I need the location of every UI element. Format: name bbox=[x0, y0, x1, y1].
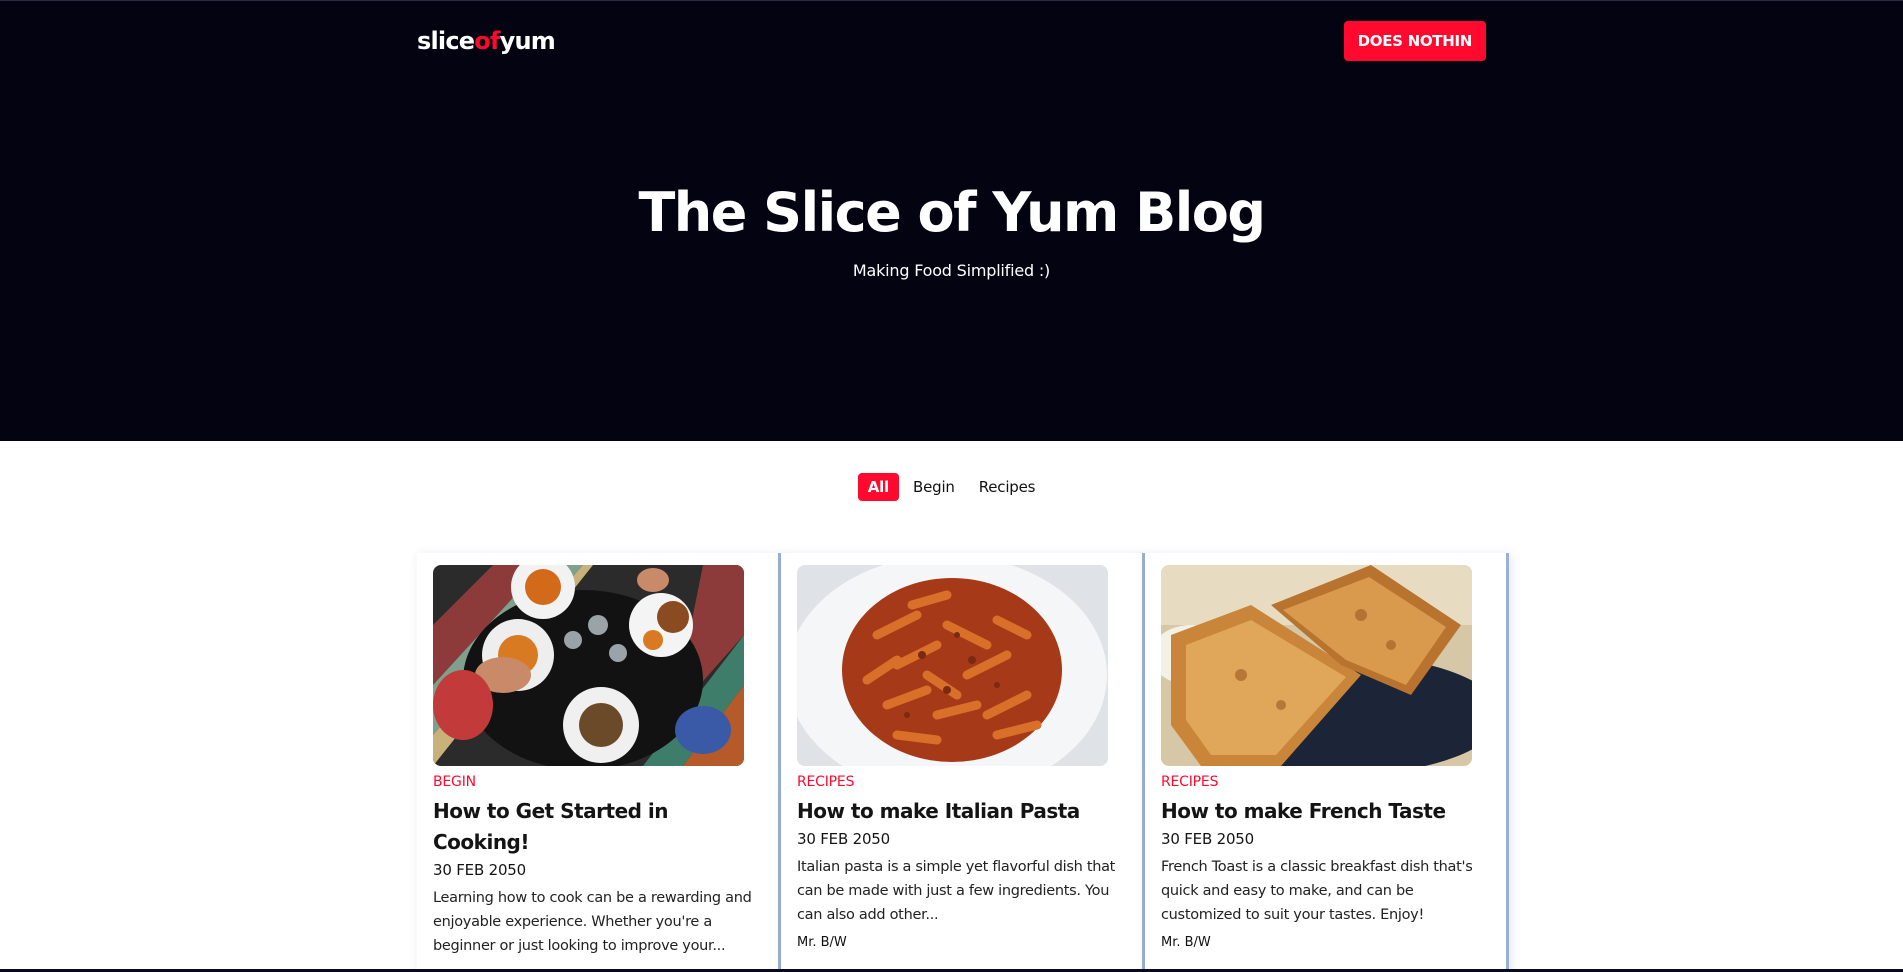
post-title[interactable]: How to Get Started in Cooking! bbox=[433, 796, 762, 858]
post-title[interactable]: How to make French Taste bbox=[1161, 796, 1490, 827]
post-excerpt: Italian pasta is a simple yet flavorful … bbox=[797, 859, 1116, 923]
category-filters: All Begin Recipes bbox=[0, 473, 1903, 501]
post-category[interactable]: Recipes bbox=[1161, 774, 1490, 790]
page-subtitle: Making Food Simplified :) bbox=[852, 261, 1051, 280]
post-image-pasta[interactable] bbox=[797, 565, 1108, 766]
site-logo[interactable]: sliceofyum bbox=[417, 27, 556, 55]
post-image-french-toast[interactable] bbox=[1161, 565, 1472, 766]
post-title[interactable]: How to make Italian Pasta bbox=[797, 796, 1126, 827]
post-date: 30 FEB 2050 bbox=[433, 861, 526, 879]
filter-recipes[interactable]: Recipes bbox=[969, 473, 1046, 501]
filter-begin[interactable]: Begin bbox=[903, 473, 965, 501]
post-date: 30 FEB 2050 bbox=[797, 830, 890, 848]
logo-part-2: of bbox=[474, 27, 500, 55]
page-title: The Slice of Yum Blog bbox=[638, 181, 1266, 244]
logo-part-3: yum bbox=[499, 27, 556, 55]
logo-part-1: slice bbox=[417, 27, 475, 55]
post-card[interactable]: Recipes How to make Italian Pasta 30 FEB… bbox=[781, 553, 1145, 972]
post-excerpt: Learning how to cook can be a rewarding … bbox=[433, 890, 752, 954]
post-category[interactable]: Begin bbox=[433, 774, 762, 790]
top-nav: sliceofyum DOES NOTHIN bbox=[417, 20, 1486, 62]
filter-all[interactable]: All bbox=[857, 473, 899, 501]
post-card[interactable]: Begin How to Get Started in Cooking! 30 … bbox=[417, 553, 781, 972]
post-image-dinner-table[interactable] bbox=[433, 565, 744, 766]
post-card[interactable]: Recipes How to make French Taste 30 FEB … bbox=[1145, 553, 1509, 972]
post-excerpt: French Toast is a classic breakfast dish… bbox=[1161, 859, 1473, 923]
post-category[interactable]: Recipes bbox=[797, 774, 1126, 790]
post-author: Mr. B/W bbox=[1161, 935, 1211, 950]
hero-header: sliceofyum DOES NOTHIN The Slice of Yum … bbox=[0, 0, 1903, 441]
does-nothing-button[interactable]: DOES NOTHIN bbox=[1343, 21, 1486, 61]
post-date: 30 FEB 2050 bbox=[1161, 830, 1254, 848]
post-author: Mr. B/W bbox=[797, 935, 847, 950]
post-list: Begin How to Get Started in Cooking! 30 … bbox=[417, 553, 1509, 972]
